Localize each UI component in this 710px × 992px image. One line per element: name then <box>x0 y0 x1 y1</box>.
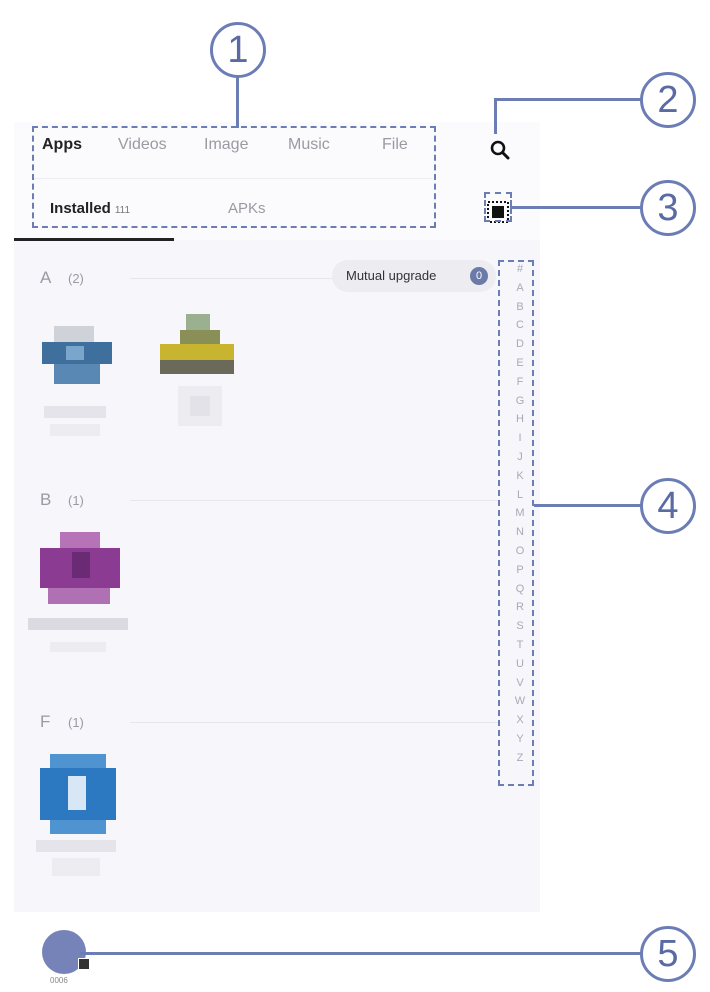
app-name-placeholder <box>160 386 240 426</box>
app-icon <box>36 754 116 834</box>
qr-badge-icon <box>78 958 90 970</box>
callout-box-index <box>498 260 534 786</box>
section-count: (1) <box>68 493 84 508</box>
callout-leader <box>510 206 642 209</box>
callout-marker: 2 <box>640 72 696 128</box>
callout-marker: 5 <box>640 926 696 982</box>
app-icon <box>36 320 116 400</box>
callout-leader <box>494 98 642 101</box>
callout-leader <box>534 504 642 507</box>
callout-marker: 3 <box>640 180 696 236</box>
app-name-placeholder <box>28 618 128 658</box>
app-name-placeholder <box>36 406 116 446</box>
mutual-upgrade-badge: 0 <box>470 267 488 285</box>
section-header-f: F (1) <box>40 712 500 732</box>
section-divider <box>130 278 340 279</box>
section-header-b: B (1) <box>40 490 500 510</box>
callout-leader <box>236 76 239 128</box>
mutual-upgrade-label: Mutual upgrade <box>346 268 437 283</box>
mutual-upgrade-button[interactable]: Mutual upgrade 0 <box>332 260 496 292</box>
callout-leader <box>80 952 642 955</box>
section-letter: A <box>40 268 52 287</box>
section-divider <box>130 722 500 723</box>
search-icon <box>490 140 510 160</box>
callout-box-tabs <box>32 126 436 228</box>
callout-leader <box>494 98 497 134</box>
app-icon <box>160 310 240 390</box>
active-tab-indicator <box>14 238 174 241</box>
callout-box-select <box>484 192 512 222</box>
app-name-placeholder <box>36 840 116 880</box>
search-button[interactable] <box>488 138 512 162</box>
app-icon <box>40 532 120 612</box>
section-letter: F <box>40 712 51 731</box>
section-count: (2) <box>68 271 84 286</box>
section-letter: B <box>40 490 52 509</box>
app-screen: Apps Videos Image Music File Installed 11… <box>14 122 540 992</box>
callout-marker: 1 <box>210 22 266 78</box>
section-divider <box>130 500 500 501</box>
section-count: (1) <box>68 715 84 730</box>
callout-marker: 4 <box>640 478 696 534</box>
avatar-label: 0006 <box>50 976 68 985</box>
